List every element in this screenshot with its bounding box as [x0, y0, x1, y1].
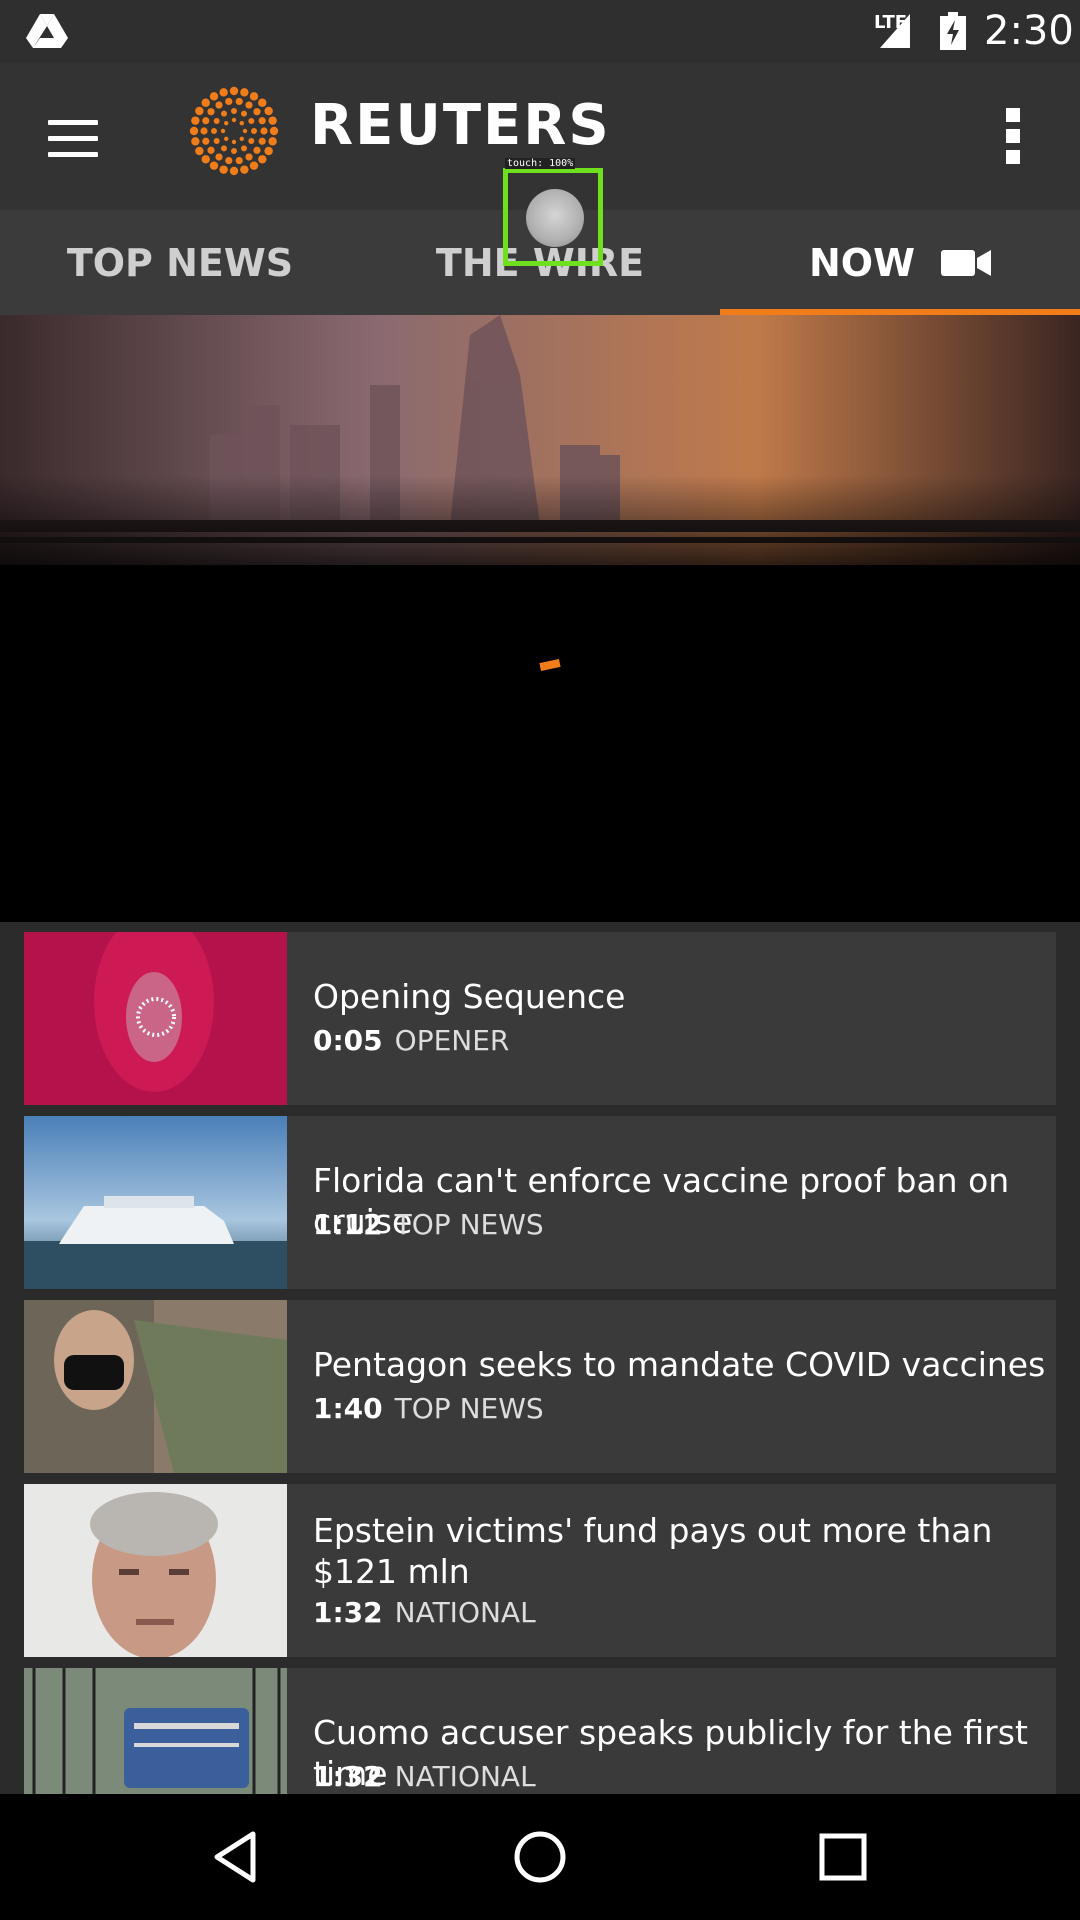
touch-label: touch: 100%	[505, 158, 576, 169]
tab-label: TOP NEWS	[66, 240, 294, 285]
video-duration: 0:05	[313, 1024, 383, 1057]
tab-label: NOW	[808, 240, 916, 285]
video-frame	[0, 315, 1080, 922]
battery-charging-icon	[940, 12, 966, 50]
clock: 2:30	[984, 8, 1074, 54]
video-list-item[interactable]: Cuomo accuser speaks publicly for the fi…	[24, 1668, 1056, 1794]
video-list-item[interactable]: Epstein victims' fund pays out more than…	[24, 1484, 1056, 1657]
video-thumbnail	[24, 1116, 287, 1289]
back-icon[interactable]	[203, 1824, 269, 1890]
video-duration: 1:32	[313, 1760, 383, 1793]
video-player[interactable]	[0, 315, 1080, 922]
system-navigation-bar	[0, 1794, 1080, 1920]
brand-title: REUTERS	[310, 93, 611, 158]
video-meta: 0:05 OPENER	[313, 1024, 509, 1057]
tab-now[interactable]: NOW	[720, 210, 1080, 315]
video-camera-icon	[941, 249, 992, 276]
google-drive-icon	[26, 14, 68, 48]
overflow-menu-icon[interactable]	[998, 108, 1028, 164]
home-icon[interactable]	[507, 1824, 573, 1890]
video-meta: 1:32 NATIONAL	[313, 1596, 536, 1629]
video-list: Opening Sequence 0:05 OPENER Florida can'…	[0, 922, 1080, 1794]
video-category: NATIONAL	[394, 1596, 536, 1629]
video-category: OPENER	[394, 1024, 510, 1057]
video-title: Epstein victims' fund pays out more than…	[313, 1511, 993, 1591]
video-meta: 1:12 TOP NEWS	[313, 1208, 544, 1241]
recents-icon[interactable]	[810, 1824, 876, 1890]
video-thumbnail	[24, 1668, 287, 1794]
video-category: TOP NEWS	[394, 1392, 544, 1425]
video-meta: 1:32 NATIONAL	[313, 1760, 536, 1793]
video-duration: 1:32	[313, 1596, 383, 1629]
video-title: Opening Sequence	[313, 977, 626, 1016]
video-category: NATIONAL	[394, 1760, 536, 1793]
status-bar: LTE 2:30	[0, 0, 1080, 63]
video-thumbnail	[24, 1484, 287, 1657]
video-list-item[interactable]: Pentagon seeks to mandate COVID vaccines…	[24, 1300, 1056, 1473]
hamburger-menu-icon[interactable]	[48, 118, 98, 158]
video-category: TOP NEWS	[394, 1208, 544, 1241]
video-list-item[interactable]: Florida can't enforce vaccine proof ban …	[24, 1116, 1056, 1289]
video-thumbnail	[24, 932, 287, 1105]
video-list-item[interactable]: Opening Sequence 0:05 OPENER	[24, 932, 1056, 1105]
reuters-logo-icon	[189, 86, 279, 176]
video-thumbnail	[24, 1300, 287, 1473]
video-duration: 1:12	[313, 1208, 383, 1241]
video-title: Pentagon seeks to mandate COVID vaccines	[313, 1345, 1046, 1384]
tab-top-news[interactable]: TOP NEWS	[0, 210, 360, 315]
touch-point	[526, 189, 584, 247]
signal-icon	[880, 14, 910, 48]
video-duration: 1:40	[313, 1392, 383, 1425]
video-meta: 1:40 TOP NEWS	[313, 1392, 544, 1425]
